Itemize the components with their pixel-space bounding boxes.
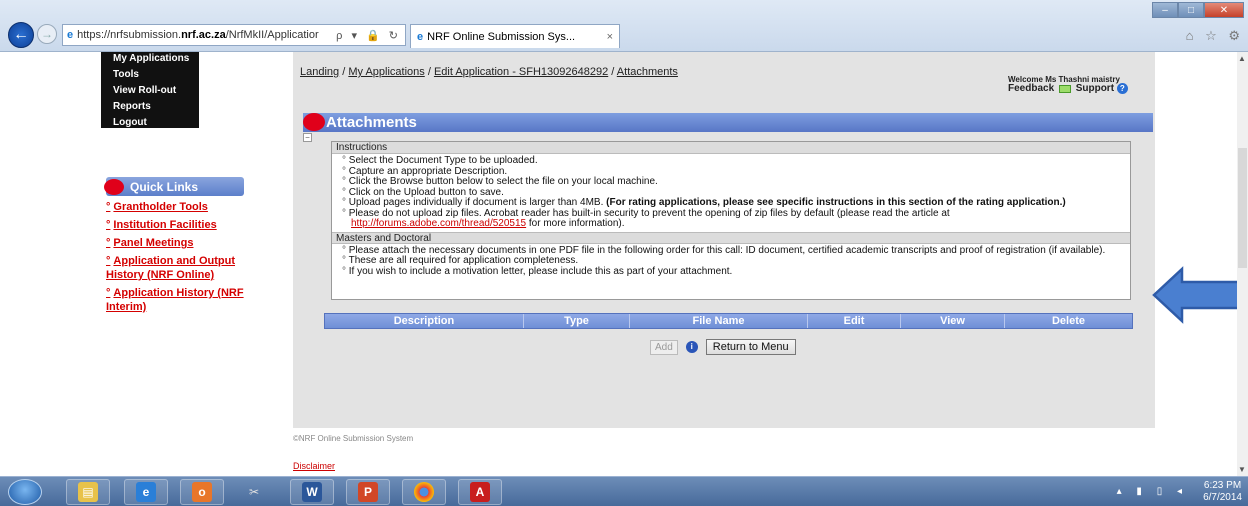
ie-page-icon: e: [67, 29, 74, 41]
quick-link-application-output-history[interactable]: ° Application and Output History (NRF Onl…: [106, 254, 246, 282]
disclaimer-link[interactable]: Disclaimer: [293, 461, 335, 471]
ie-tab-icon: e: [417, 30, 424, 43]
ie-taskbar-icon[interactable]: e: [124, 479, 168, 505]
adobe-forum-link[interactable]: http://forums.adobe.com/thread/520515: [351, 218, 526, 229]
browser-tab[interactable]: e NRF Online Submission Sys... ×: [410, 24, 620, 48]
windows-taskbar: ▤ e o ✂ W P A ▴ ▮ ▯ ◂ 6:23 PM 6/7/2014: [0, 476, 1248, 506]
col-description: Description: [325, 314, 524, 328]
forward-button[interactable]: →: [37, 24, 57, 44]
red-dot-icon: [303, 113, 325, 131]
quick-links-title: Quick Links: [130, 179, 199, 194]
start-button[interactable]: [8, 479, 42, 505]
copyright-text: ©NRF Online Submission System: [293, 434, 414, 443]
clock-time: 6:23 PM: [1203, 480, 1242, 491]
window-controls: – □ ✕: [1152, 2, 1244, 18]
browser-chrome: ← → e https://nrfsubmission. nrf.ac.za/Nr…: [0, 0, 1248, 52]
scroll-up-icon[interactable]: ▲: [1238, 54, 1246, 63]
quick-link-grantholder-tools[interactable]: ° Grantholder Tools: [106, 200, 246, 214]
attachments-section-header: Attachments: [303, 113, 1153, 132]
instructions-box: Instructions ° Select the Document Type …: [331, 141, 1131, 300]
taskbar-clock[interactable]: 6:23 PM 6/7/2014: [1203, 480, 1242, 504]
address-bar[interactable]: e https://nrfsubmission. nrf.ac.za/NrfMkI…: [62, 24, 406, 46]
col-edit: Edit: [808, 314, 901, 328]
help-icon[interactable]: ?: [1116, 83, 1128, 94]
support-link[interactable]: Support: [1076, 83, 1114, 94]
word-taskbar-icon[interactable]: W: [290, 479, 334, 505]
snipping-tool-taskbar-icon[interactable]: ✂: [232, 479, 276, 505]
list-item: ° If you wish to include a motivation le…: [342, 265, 733, 277]
scroll-down-icon[interactable]: ▼: [1238, 465, 1246, 474]
quick-links-header: Quick Links: [104, 177, 244, 196]
nav-reports[interactable]: Reports: [101, 100, 199, 116]
home-favorites-tools-icons[interactable]: ⌂ ☆ ⚙: [1186, 28, 1244, 44]
feedback-support: Feedback Support ?: [1008, 83, 1128, 94]
attachments-table-header: Description Type File Name Edit View Del…: [324, 313, 1133, 329]
list-item: ° Please do not upload zip files. Acroba…: [342, 207, 950, 229]
acrobat-taskbar-icon[interactable]: A: [458, 479, 502, 505]
close-button[interactable]: ✕: [1204, 2, 1244, 18]
masters-list: ° Please attach the necessary documents …: [332, 244, 1130, 280]
address-controls[interactable]: ρ ▾ 🔒 ↻: [336, 29, 405, 42]
breadcrumb-edit-application[interactable]: Edit Application - SFH13092648292: [434, 66, 608, 78]
section-title: Attachments: [326, 114, 417, 131]
nav-view-roll-out[interactable]: View Roll-out: [101, 84, 199, 100]
quick-link-panel-meetings[interactable]: ° Panel Meetings: [106, 236, 246, 250]
minimize-button[interactable]: –: [1152, 2, 1178, 18]
quick-link-application-history-interim[interactable]: ° Application History (NRF Interim): [106, 286, 246, 314]
url-path: /NrfMkII/Applicatior: [225, 29, 319, 41]
maximize-button[interactable]: □: [1178, 2, 1204, 18]
action-buttons: Add i Return to Menu: [650, 339, 796, 355]
url-domain: nrf.ac.za: [181, 29, 226, 41]
masters-doctoral-header: Masters and Doctoral: [332, 231, 1130, 244]
quick-links-list: ° Grantholder Tools ° Institution Faciliti…: [106, 200, 246, 318]
red-dot-icon: [104, 178, 124, 195]
explorer-taskbar-icon[interactable]: ▤: [66, 479, 110, 505]
left-nav-menu: My Applications Tools View Roll-out Repo…: [101, 52, 199, 128]
back-button[interactable]: ←: [8, 22, 34, 48]
nav-my-applications[interactable]: My Applications: [101, 52, 199, 68]
add-button[interactable]: Add: [650, 339, 678, 355]
info-icon[interactable]: i: [685, 341, 698, 353]
instructions-list: ° Select the Document Type to be uploade…: [332, 154, 1130, 232]
nav-tools[interactable]: Tools: [101, 68, 199, 84]
tab-title: NRF Online Submission Sys...: [427, 30, 576, 43]
nav-logout[interactable]: Logout: [101, 116, 199, 132]
outlook-taskbar-icon[interactable]: o: [180, 479, 224, 505]
chrome-taskbar-icon[interactable]: [402, 479, 446, 505]
feedback-link[interactable]: Feedback: [1008, 83, 1054, 94]
breadcrumb-my-applications[interactable]: My Applications: [348, 66, 424, 78]
left-arrow-annotation-icon: [1152, 266, 1248, 324]
breadcrumb-landing[interactable]: Landing: [300, 66, 339, 78]
scrollbar-thumb[interactable]: [1238, 148, 1247, 268]
instructions-header: Instructions: [332, 142, 1130, 154]
return-to-menu-button[interactable]: Return to Menu: [705, 339, 796, 355]
vertical-scrollbar[interactable]: ▲ ▼: [1237, 52, 1248, 476]
quick-link-institution-facilities[interactable]: ° Institution Facilities: [106, 218, 246, 232]
col-type: Type: [524, 314, 630, 328]
col-view: View: [901, 314, 1005, 328]
envelope-icon[interactable]: [1058, 84, 1071, 93]
tab-close-icon[interactable]: ×: [607, 31, 613, 43]
system-tray-icons[interactable]: ▴ ▮ ▯ ◂: [1117, 486, 1188, 497]
col-delete: Delete: [1051, 315, 1086, 327]
breadcrumb-attachments[interactable]: Attachments: [617, 66, 678, 78]
clock-date: 6/7/2014: [1203, 492, 1242, 503]
breadcrumb: Landing / My Applications / Edit Applica…: [300, 66, 678, 78]
powerpoint-taskbar-icon[interactable]: P: [346, 479, 390, 505]
url-prefix: https://nrfsubmission.: [77, 29, 182, 41]
col-file-name: File Name: [630, 314, 808, 328]
collapse-toggle-icon[interactable]: −: [303, 133, 312, 142]
